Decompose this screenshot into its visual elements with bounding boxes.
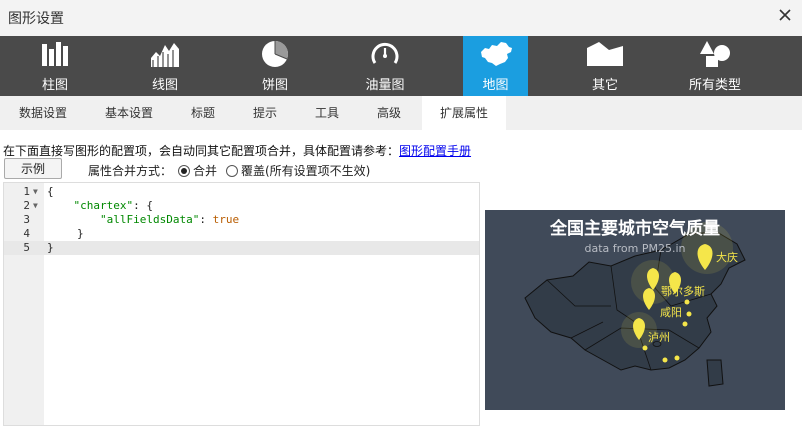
radio-unselected-icon xyxy=(226,164,238,177)
merge-radio-label: 合并 xyxy=(193,164,218,178)
code-punct: : xyxy=(199,213,213,226)
info-description: 在下面直接写图形的配置项，会自动同其它配置项合并，具体配置请参考： xyxy=(3,144,400,158)
code-bool: true xyxy=(212,213,240,226)
title-bar: 图形设置 xyxy=(0,0,802,36)
code-key: "chartex" xyxy=(73,199,134,212)
line-number: 3 xyxy=(23,213,30,226)
code-text: } xyxy=(47,241,54,254)
chart-type-label: 饼图 xyxy=(261,78,288,93)
config-editor[interactable]: 1 ▼ { 2 ▼ "chartex": { 3 "allFieldsData"… xyxy=(3,182,480,426)
override-radio[interactable]: 覆盖(所有设置项不生效) xyxy=(226,162,370,179)
city-label: 泸州 xyxy=(648,331,670,344)
tab-extended-properties[interactable]: 扩展属性 xyxy=(422,96,506,130)
radio-selected-icon xyxy=(178,164,190,177)
fold-arrow-icon[interactable]: ▼ xyxy=(33,199,38,213)
info-text: 在下面直接写图形的配置项，会自动同其它配置项合并，具体配置请参考：图形配置手册 xyxy=(3,142,471,159)
pie-chart-icon xyxy=(262,41,288,67)
line-number: 1 xyxy=(23,185,30,198)
preview-title: 全国主要城市空气质量 xyxy=(550,219,720,239)
editor-line-current[interactable]: 5 } xyxy=(4,241,479,255)
code-text: { xyxy=(47,185,54,198)
chart-type-gauge[interactable]: 油量图 xyxy=(330,36,440,96)
chart-type-line-chart[interactable]: 线图 xyxy=(110,36,220,96)
city-label: 咸阳 xyxy=(660,306,682,319)
close-icon[interactable] xyxy=(778,8,792,22)
editor-line[interactable]: 4 } xyxy=(4,227,479,241)
code-text: } xyxy=(77,227,84,240)
line-chart-icon xyxy=(151,43,179,67)
code-text: "allFieldsData": true xyxy=(47,213,239,227)
tab-basic-settings[interactable]: 基本设置 xyxy=(86,96,172,130)
chart-type-bar: 柱图 线图 饼图 油量图 地图 其它 所有类型 xyxy=(0,36,802,96)
all-types-icon xyxy=(700,41,730,67)
chart-type-label: 地图 xyxy=(482,78,509,93)
city-label: 鄂尔多斯 xyxy=(661,285,705,298)
chart-type-label: 其它 xyxy=(591,78,618,93)
code-key: "allFieldsData" xyxy=(99,213,200,226)
code-text: "chartex": { xyxy=(47,199,153,213)
merge-radio[interactable]: 合并 xyxy=(178,162,217,179)
gauge-icon xyxy=(371,42,399,64)
chart-type-label: 所有类型 xyxy=(688,78,741,93)
tab-tools[interactable]: 工具 xyxy=(296,96,358,130)
tab-tooltip[interactable]: 提示 xyxy=(234,96,296,130)
merge-mode-label: 属性合并方式： xyxy=(88,164,173,178)
other-chart-icon xyxy=(587,42,623,66)
line-number: 2 xyxy=(23,199,30,212)
settings-tabs: 数据设置 基本设置 标题 提示 工具 高级 扩展属性 xyxy=(0,96,802,130)
code-punct: : { xyxy=(133,199,153,212)
config-manual-link[interactable]: 图形配置手册 xyxy=(399,144,471,158)
fold-arrow-icon[interactable]: ▼ xyxy=(33,185,38,199)
chart-type-label: 油量图 xyxy=(365,78,405,93)
tab-data-settings[interactable]: 数据设置 xyxy=(0,96,86,130)
map-preview: 全国主要城市空气质量 data from PM25.in 大庆 鄂尔多斯 咸阳 … xyxy=(485,210,785,410)
line-number: 4 xyxy=(23,227,30,240)
chart-type-label: 线图 xyxy=(151,78,178,93)
chart-type-bar-chart[interactable]: 柱图 xyxy=(0,36,110,96)
chart-type-all[interactable]: 所有类型 xyxy=(660,36,770,96)
china-map-graphic xyxy=(524,222,746,387)
tab-title[interactable]: 标题 xyxy=(172,96,234,130)
city-label: 大庆 xyxy=(716,251,738,264)
override-radio-label: 覆盖(所有设置项不生效) xyxy=(241,164,371,178)
map-icon xyxy=(480,42,512,66)
tab-advanced[interactable]: 高级 xyxy=(358,96,420,130)
bar-chart-icon xyxy=(42,42,68,66)
chart-type-map[interactable]: 地图 xyxy=(463,36,528,96)
dialog-title: 图形设置 xyxy=(8,11,64,27)
chart-type-label: 柱图 xyxy=(41,78,68,93)
chart-type-pie-chart[interactable]: 饼图 xyxy=(220,36,330,96)
chart-type-other[interactable]: 其它 xyxy=(550,36,660,96)
line-number: 5 xyxy=(23,241,30,254)
preview-subtitle: data from PM25.in xyxy=(584,242,686,255)
example-button[interactable]: 示例 xyxy=(4,158,62,179)
editor-line[interactable]: 3 "allFieldsData": true xyxy=(4,213,479,227)
editor-line[interactable]: 1 ▼ { xyxy=(4,185,479,199)
editor-line[interactable]: 2 ▼ "chartex": { xyxy=(4,199,479,213)
